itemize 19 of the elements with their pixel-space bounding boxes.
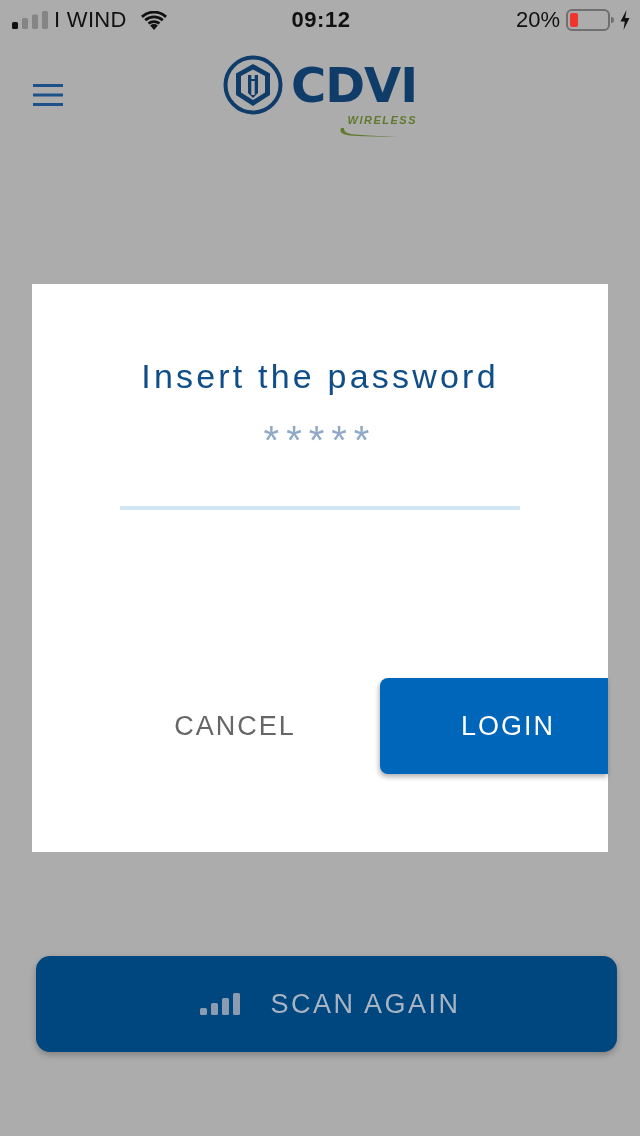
carrier-name: I WIND bbox=[54, 7, 127, 33]
menu-button[interactable] bbox=[33, 84, 63, 106]
swoosh-icon bbox=[337, 128, 398, 137]
signal-bars-icon bbox=[200, 993, 241, 1015]
battery-icon bbox=[566, 9, 614, 31]
password-field[interactable]: ***** bbox=[120, 408, 520, 510]
scan-again-button[interactable]: SCAN AGAIN bbox=[36, 956, 617, 1052]
clock-time: 09:12 bbox=[291, 7, 351, 33]
login-button[interactable]: LOGIN bbox=[380, 678, 608, 774]
logo-emblem-icon bbox=[222, 55, 283, 115]
logo-wordmark: CDVI bbox=[290, 57, 418, 113]
wifi-icon bbox=[140, 10, 167, 30]
battery-percentage: 20% bbox=[515, 7, 560, 33]
dialog-title: Insert the password bbox=[141, 356, 499, 397]
cancel-button[interactable]: CANCEL bbox=[90, 678, 380, 774]
signal-icon bbox=[12, 11, 50, 29]
logo-subtitle: WIRELESS bbox=[347, 114, 418, 127]
menu-icon bbox=[33, 84, 63, 106]
charging-bolt-icon bbox=[620, 10, 630, 30]
